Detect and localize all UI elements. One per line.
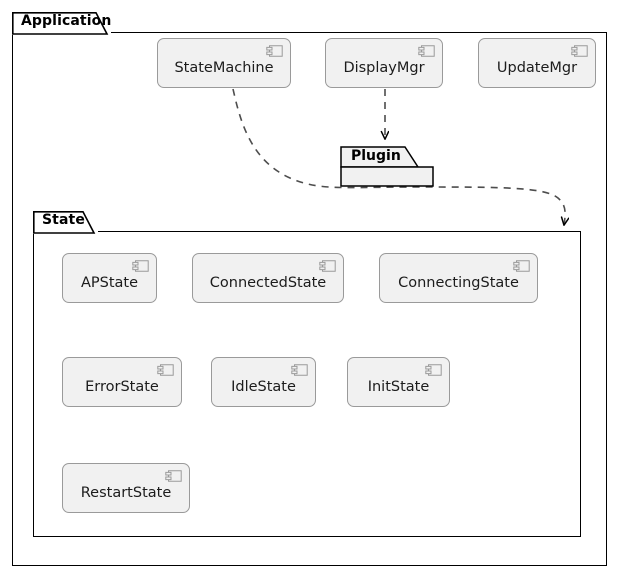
component-icon <box>571 45 588 57</box>
component-init-state[interactable]: InitState <box>347 357 450 407</box>
package-state-label: State <box>42 212 85 228</box>
component-state-machine[interactable]: StateMachine <box>157 38 291 88</box>
component-display-mgr[interactable]: DisplayMgr <box>325 38 443 88</box>
component-label: APState <box>80 274 139 291</box>
component-restart-state[interactable]: RestartState <box>62 463 190 513</box>
component-apstate[interactable]: APState <box>62 253 157 303</box>
component-label: UpdateMgr <box>496 59 578 76</box>
component-connected-state[interactable]: ConnectedState <box>192 253 344 303</box>
component-error-state[interactable]: ErrorState <box>62 357 182 407</box>
component-icon <box>425 364 442 376</box>
package-plugin-label: Plugin <box>351 148 401 164</box>
component-label: InitState <box>367 378 430 395</box>
component-label: ConnectingState <box>398 274 519 291</box>
component-icon <box>165 470 182 482</box>
component-icon <box>291 364 308 376</box>
component-icon <box>157 364 174 376</box>
component-label: StateMachine <box>174 59 274 76</box>
component-icon <box>418 45 435 57</box>
component-idle-state[interactable]: IdleState <box>211 357 316 407</box>
component-icon <box>513 260 530 272</box>
diagram-canvas: Application State Plugin StateMachine Dis… <box>0 0 619 574</box>
component-icon <box>266 45 283 57</box>
component-label: RestartState <box>80 484 172 501</box>
package-application-label: Application <box>21 13 112 29</box>
component-label: DisplayMgr <box>343 59 425 76</box>
package-plugin[interactable]: Plugin <box>340 146 434 187</box>
component-label: ConnectedState <box>209 274 327 291</box>
component-icon <box>319 260 336 272</box>
component-icon <box>132 260 149 272</box>
component-connecting-state[interactable]: ConnectingState <box>379 253 538 303</box>
component-label: IdleState <box>231 378 296 395</box>
component-label: ErrorState <box>85 378 159 395</box>
component-update-mgr[interactable]: UpdateMgr <box>478 38 596 88</box>
